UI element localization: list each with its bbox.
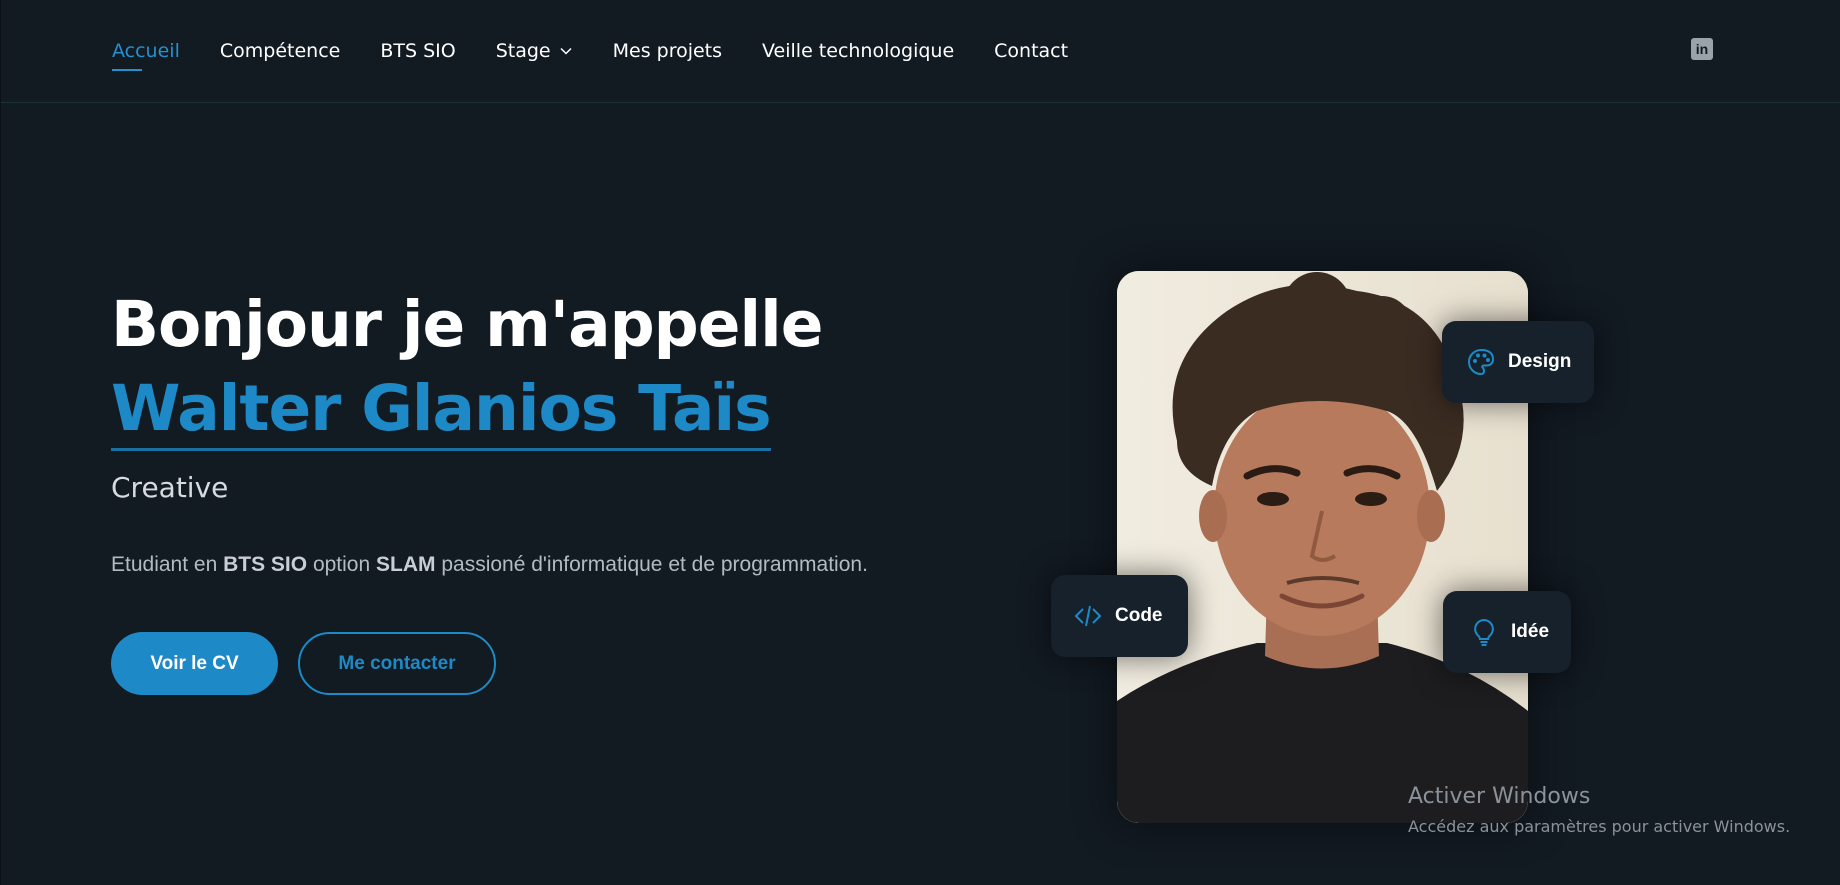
nav-item-veille[interactable]: Veille technologique: [762, 38, 954, 64]
hero-desc-text-2: option: [307, 553, 376, 576]
nav-item-mes-projets[interactable]: Mes projets: [613, 38, 722, 64]
nav-item-accueil[interactable]: Accueil: [112, 38, 180, 71]
design-badge: Design: [1442, 321, 1594, 403]
hero-description: Etudiant en BTS SIO option SLAM passioné…: [111, 550, 868, 580]
site-header: Accueil Compétence BTS SIO Stage Mes pro…: [1, 0, 1840, 103]
lightbulb-icon: [1469, 617, 1499, 647]
hero-desc-bts-sio: BTS SIO: [223, 553, 308, 576]
design-badge-label: Design: [1508, 351, 1572, 372]
hero-name: Walter Glanios Taïs: [111, 372, 772, 451]
windows-activation-subtitle: Accédez aux paramètres pour activer Wind…: [1408, 817, 1791, 836]
nav-item-stage-label: Stage: [495, 40, 551, 62]
nav-item-stage[interactable]: Stage: [496, 38, 573, 64]
code-icon: [1073, 601, 1103, 631]
contact-me-button[interactable]: Me contacter: [298, 632, 496, 695]
hero-desc-slam: SLAM: [376, 553, 436, 576]
hero-desc-text-3: passioné d'informatique et de programmat…: [435, 553, 868, 576]
idea-badge: Idée: [1443, 591, 1571, 673]
hero-role: Creative: [111, 471, 229, 504]
idea-badge-label: Idée: [1511, 621, 1550, 642]
hero-desc-text-1: Etudiant en: [111, 553, 224, 576]
code-badge-label: Code: [1115, 605, 1163, 626]
view-cv-button[interactable]: Voir le CV: [111, 632, 278, 695]
page: Accueil Compétence BTS SIO Stage Mes pro…: [0, 0, 1840, 885]
nav-item-bts-sio[interactable]: BTS SIO: [380, 38, 455, 64]
code-badge: Code: [1051, 575, 1188, 657]
main-nav: Accueil Compétence BTS SIO Stage Mes pro…: [112, 38, 1108, 71]
nav-item-competence[interactable]: Compétence: [220, 38, 340, 64]
windows-activation-title: Activer Windows: [1408, 784, 1591, 809]
linkedin-icon[interactable]: in: [1691, 38, 1713, 60]
palette-icon: [1466, 347, 1496, 377]
chevron-down-icon: [560, 47, 572, 55]
hero-greeting: Bonjour je m'appelle: [111, 288, 823, 361]
nav-item-contact[interactable]: Contact: [994, 38, 1068, 64]
